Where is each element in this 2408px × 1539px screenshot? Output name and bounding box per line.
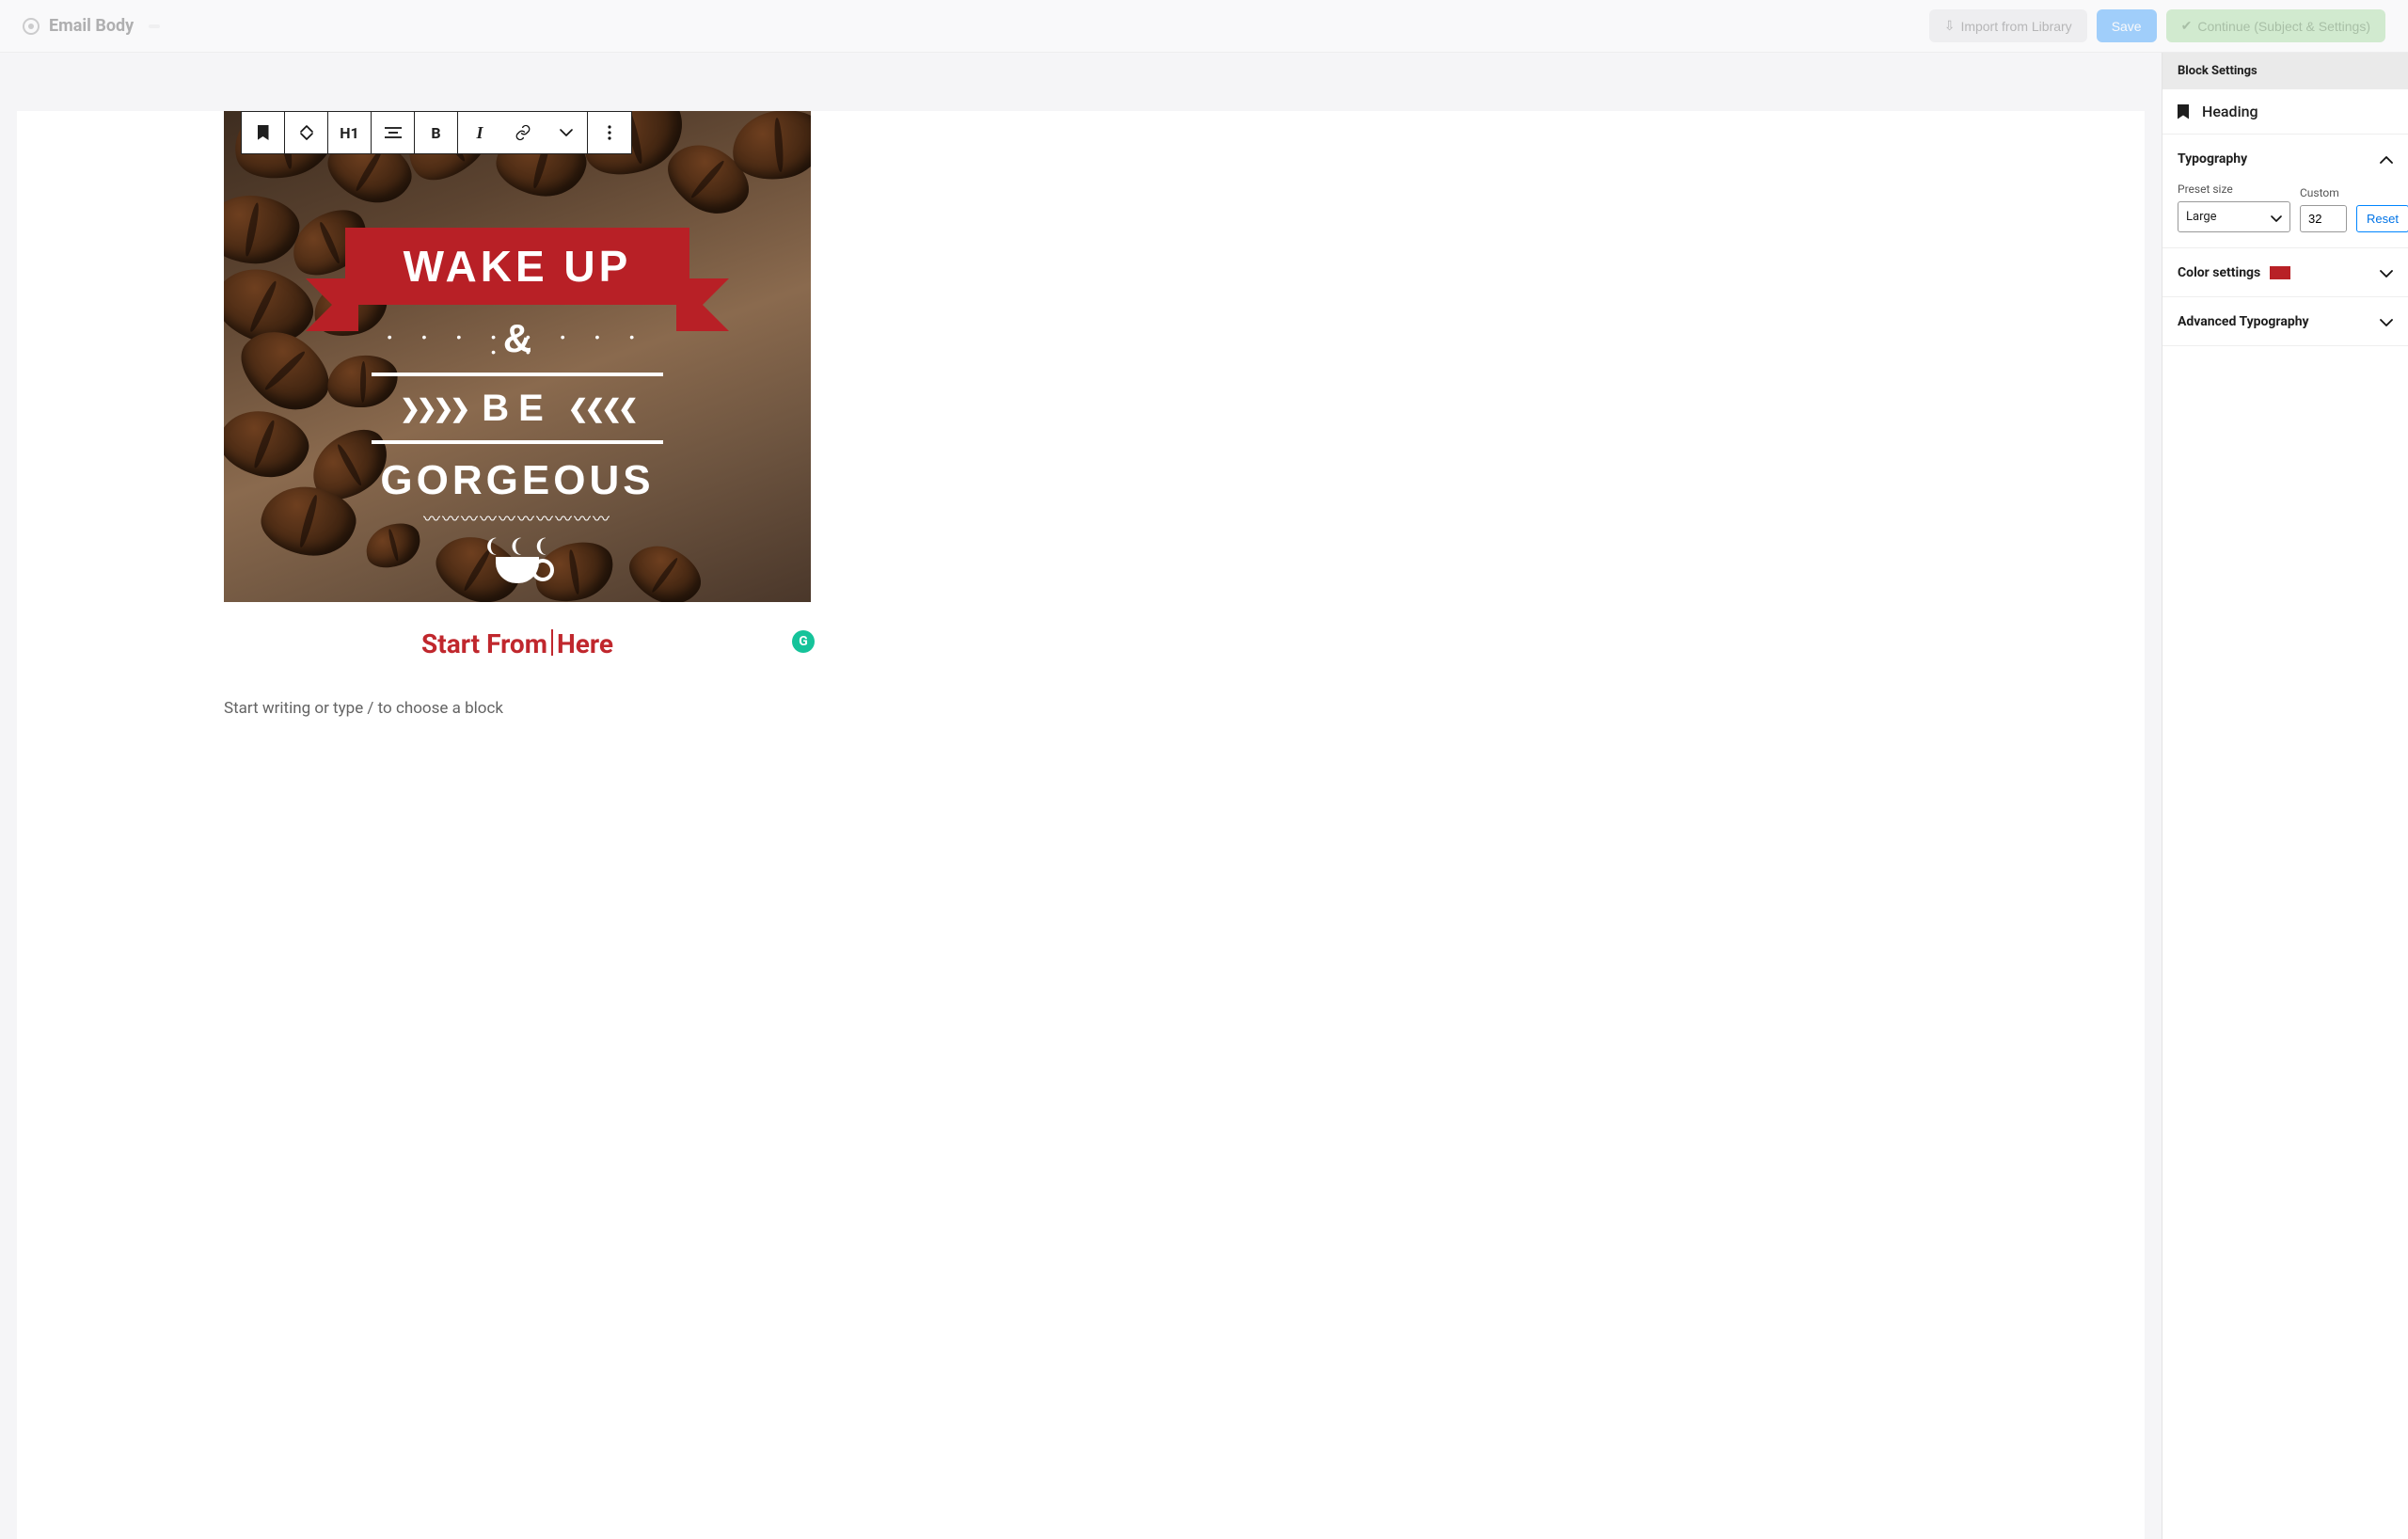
section-color-toggle[interactable]: Color settings (2162, 248, 2408, 297)
hero-cup-icon (496, 557, 539, 583)
custom-size-input[interactable] (2300, 205, 2347, 232)
continue-label: Continue (Subject & Settings) (2197, 19, 2370, 34)
block-type-button[interactable] (242, 112, 285, 153)
grammarly-glyph: G (799, 634, 808, 649)
text-cursor (551, 629, 553, 656)
italic-label: I (476, 123, 483, 143)
sidebar-block-title-row: Heading (2162, 89, 2408, 135)
heading-text-part1: Start From (421, 628, 547, 659)
hero-ampersand: & (503, 316, 531, 361)
heading-level-label: H1 (340, 124, 358, 142)
preset-size-select[interactable]: Large (2178, 201, 2290, 232)
section-advanced-typography-toggle[interactable]: Advanced Typography (2162, 297, 2408, 346)
align-center-icon (385, 126, 402, 139)
heading-block[interactable]: Start From Here G (224, 628, 811, 659)
bold-label: B (431, 124, 440, 142)
page-title-badge (149, 24, 160, 28)
hero-ribbon: WAKE UP (345, 228, 689, 305)
align-button[interactable] (372, 112, 415, 153)
move-block-button[interactable] (285, 112, 328, 153)
hero-chevrons-right: ❮❮❮❮ (568, 394, 635, 423)
bookmark-icon (258, 125, 269, 140)
custom-size-label: Custom (2300, 186, 2347, 199)
link-icon (515, 124, 531, 141)
chevron-down-icon (2380, 312, 2393, 330)
section-typography: Typography Preset size Large (2162, 135, 2408, 248)
chevron-down-icon (560, 129, 573, 136)
updown-icon (300, 125, 313, 140)
import-library-button[interactable]: ⇩ Import from Library (1929, 9, 2087, 42)
hero-gorgeous: GORGEOUS (380, 457, 654, 504)
italic-button[interactable]: I (458, 112, 501, 153)
sidebar-header: Block Settings (2162, 53, 2408, 89)
link-button[interactable] (501, 112, 545, 153)
preset-size-value: Large (2186, 210, 2217, 224)
import-icon: ⇩ (1944, 18, 1956, 34)
section-typography-toggle[interactable]: Typography (2178, 150, 2393, 167)
editor-canvas[interactable]: H1 B I (17, 111, 2145, 1539)
page-title: Email Body (49, 16, 134, 36)
hero-divider-bot (372, 440, 663, 444)
section-advanced-typography-label: Advanced Typography (2178, 314, 2309, 329)
chevron-down-icon (2271, 208, 2282, 226)
bold-button[interactable]: B (415, 112, 458, 153)
save-label: Save (2112, 19, 2142, 34)
hero-image-block[interactable]: WAKE UP • • • • • • • • • • & ❯❯❯❯ BE ❮❮… (224, 111, 811, 602)
grammarly-icon[interactable]: G (792, 630, 815, 653)
section-color-label: Color settings (2178, 265, 2260, 280)
block-toolbar: H1 B I (241, 111, 632, 154)
preset-size-label: Preset size (2178, 182, 2290, 196)
hero-squiggle: 〰〰〰〰〰〰〰〰〰〰 (423, 506, 611, 531)
chevron-down-icon (2380, 263, 2393, 281)
empty-block-placeholder[interactable]: Start writing or type / to choose a bloc… (224, 699, 811, 718)
hero-be: BE (482, 388, 553, 430)
check-icon: ✔ (2181, 18, 2193, 34)
bookmark-icon (2178, 104, 2189, 119)
heading-level-button[interactable]: H1 (328, 112, 372, 153)
color-swatch (2270, 266, 2290, 279)
more-formatting-button[interactable] (545, 112, 588, 153)
heading-text-part2: Here (557, 628, 613, 659)
section-typography-label: Typography (2178, 151, 2247, 167)
sidebar-block-name: Heading (2202, 103, 2258, 120)
block-settings-sidebar: Block Settings Heading Typography Preset… (2162, 53, 2408, 1539)
hero-be-row: ❯❯❯❯ BE ❮❮❮❮ (400, 388, 635, 430)
hero-divider-top (372, 373, 663, 376)
import-library-label: Import from Library (1960, 19, 2071, 34)
hero-steam: ❨ ❨ ❨ (483, 534, 550, 558)
continue-button[interactable]: ✔ Continue (Subject & Settings) (2166, 9, 2385, 42)
settings-icon (23, 18, 40, 35)
block-options-button[interactable] (588, 112, 631, 153)
hero-line1: WAKE UP (404, 241, 632, 292)
topbar: Email Body ⇩ Import from Library Save ✔ … (0, 0, 2408, 53)
editor-canvas-wrapper: H1 B I (0, 53, 2162, 1539)
hero-chevrons-left: ❯❯❯❯ (400, 394, 467, 423)
chevron-up-icon (2380, 150, 2393, 167)
kebab-icon (608, 125, 611, 140)
reset-size-button[interactable]: Reset (2356, 205, 2408, 232)
save-button[interactable]: Save (2097, 9, 2157, 42)
